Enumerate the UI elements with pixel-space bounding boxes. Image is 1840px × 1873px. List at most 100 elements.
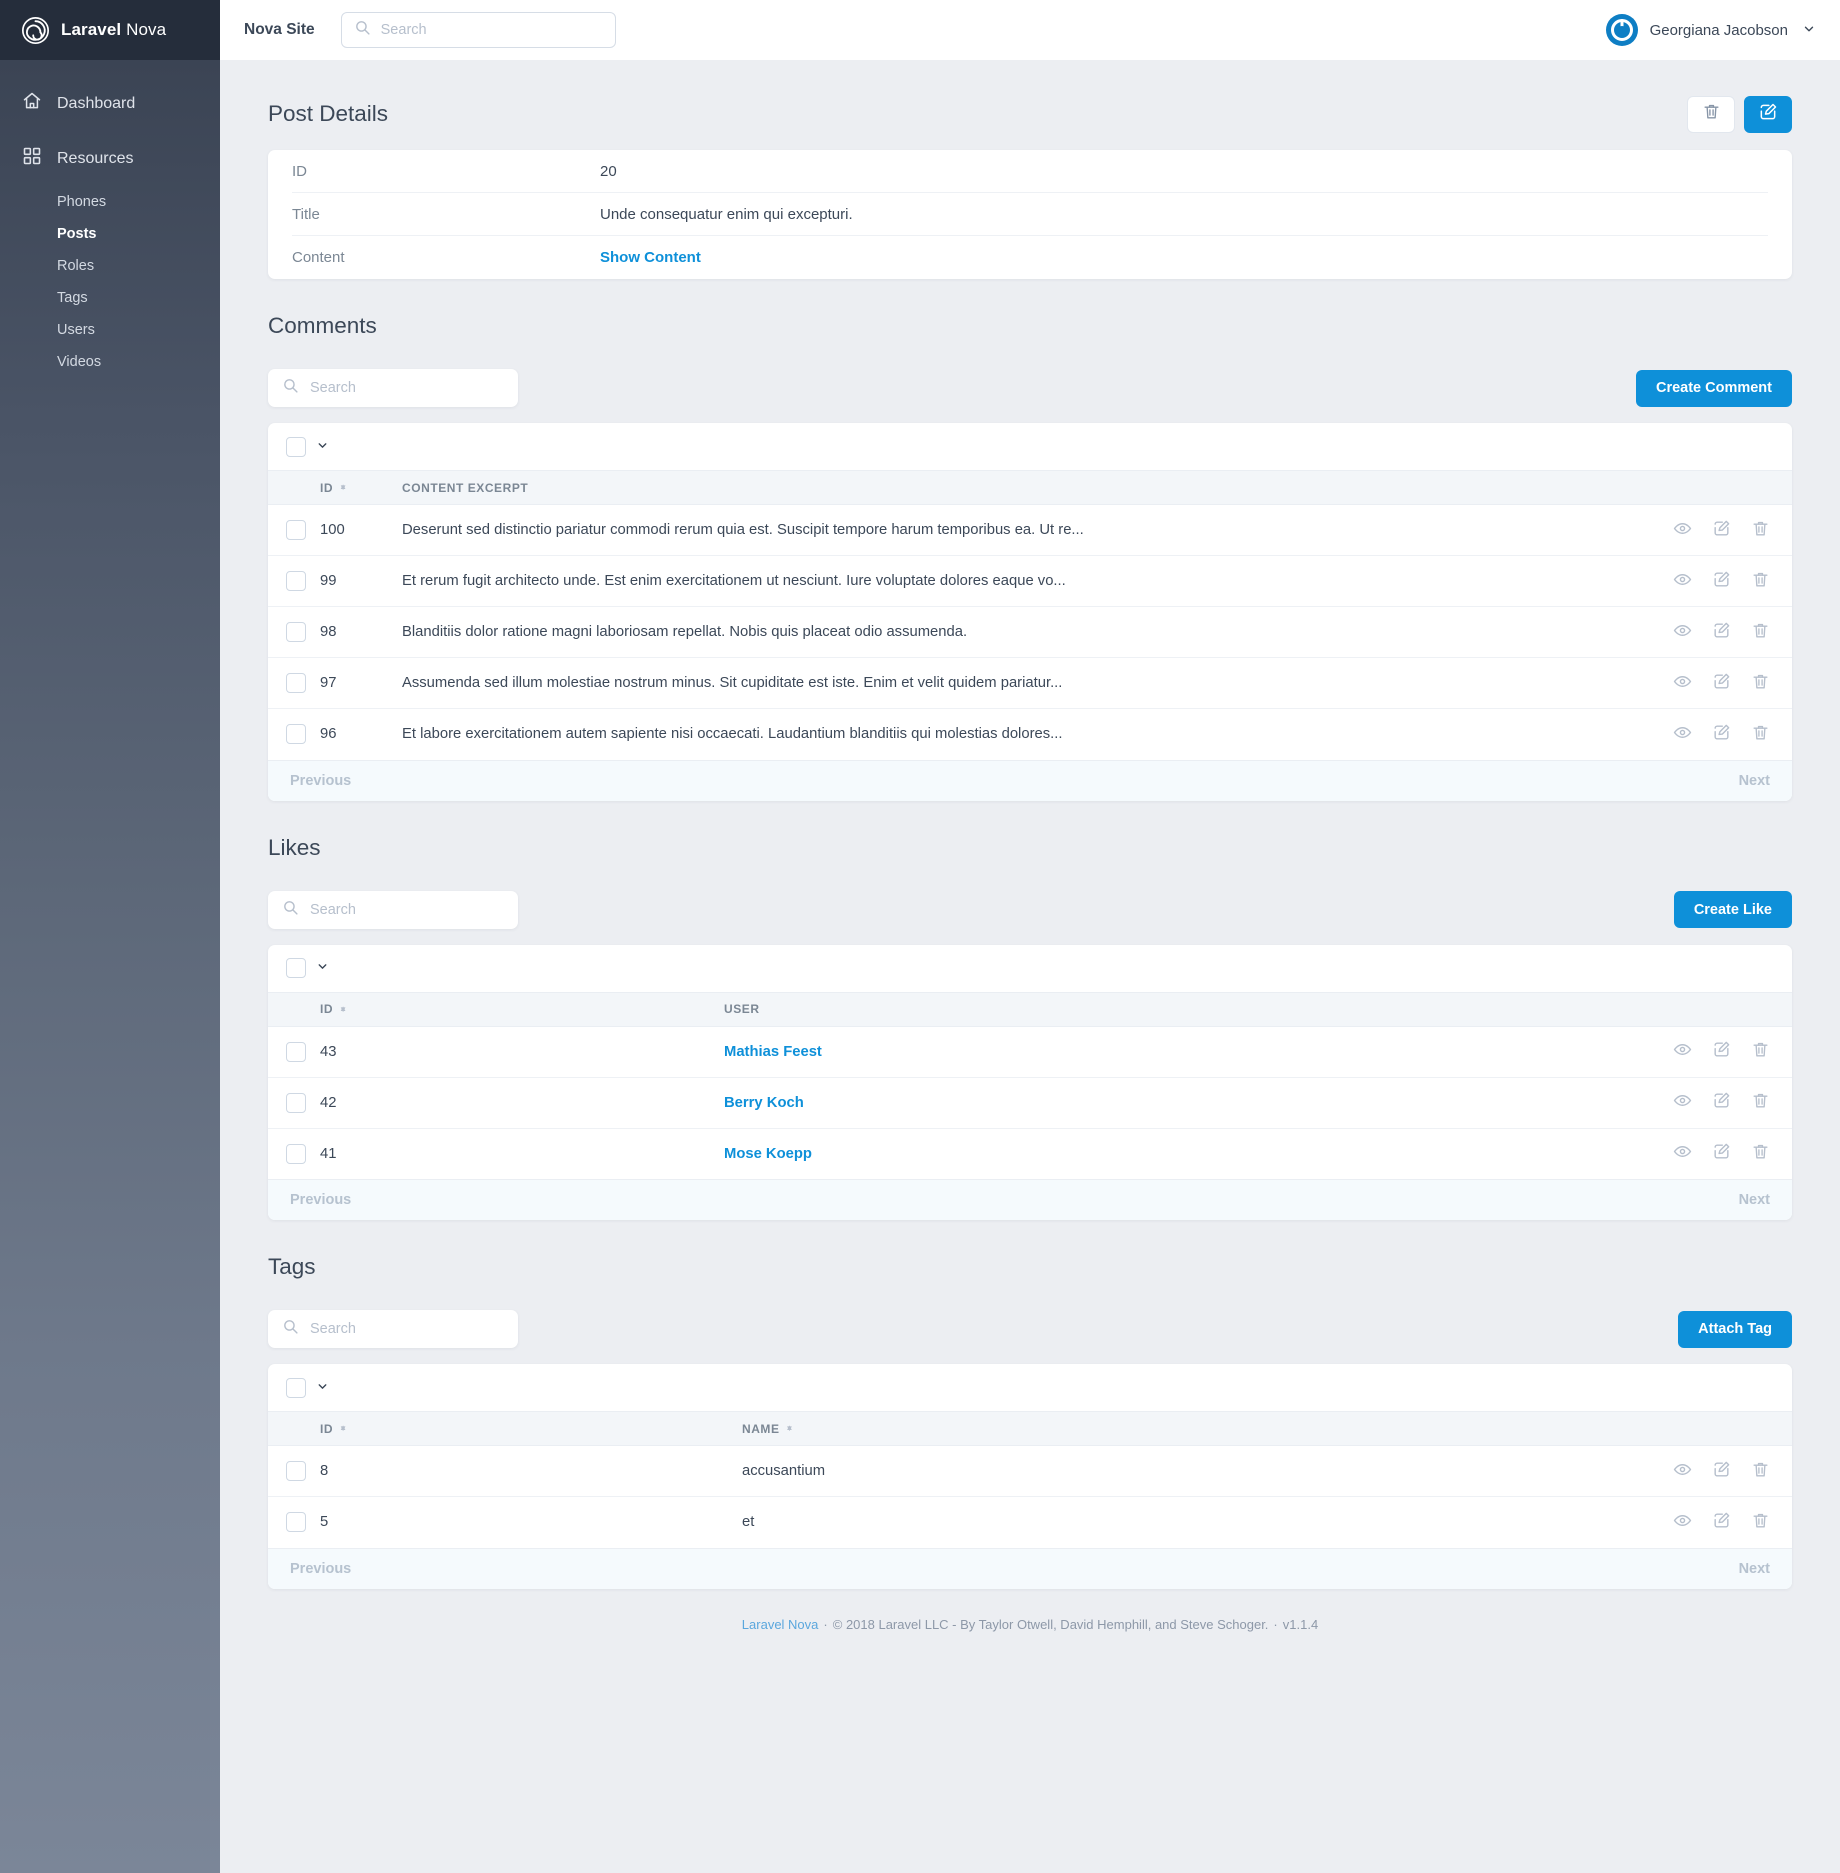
eye-icon[interactable]	[1673, 1142, 1692, 1161]
pencil-square-icon[interactable]	[1712, 519, 1731, 538]
next-button[interactable]: Next	[1739, 1561, 1770, 1577]
trash-icon[interactable]	[1751, 1091, 1770, 1110]
pencil-square-icon[interactable]	[1712, 1511, 1731, 1530]
row-checkbox[interactable]	[286, 1512, 306, 1533]
chevron-down-icon[interactable]	[316, 439, 329, 455]
row-user-link[interactable]: Mose Koepp	[724, 1146, 812, 1162]
th-id[interactable]: ID ▲ ▼	[320, 991, 402, 1027]
sidebar-item-tags[interactable]: Tags	[0, 282, 220, 314]
previous-button[interactable]: Previous	[290, 1192, 351, 1208]
row-checkbox[interactable]	[286, 673, 306, 693]
table-row[interactable]: 98 Blanditiis dolor ratione magni labori…	[268, 606, 1792, 658]
trash-icon[interactable]	[1751, 672, 1770, 691]
eye-icon[interactable]	[1673, 1040, 1692, 1059]
row-user-link[interactable]: Berry Koch	[724, 1095, 804, 1111]
tags-search-input[interactable]	[310, 1321, 504, 1337]
trash-icon[interactable]	[1751, 1040, 1770, 1059]
show-content-link[interactable]: Show Content	[600, 249, 701, 266]
pencil-square-icon[interactable]	[1712, 621, 1731, 640]
table-row[interactable]: 8 accusantium	[268, 1445, 1792, 1497]
comments-search-input[interactable]	[310, 380, 504, 396]
attach-tag-button[interactable]: Attach Tag	[1678, 1310, 1792, 1348]
trash-icon[interactable]	[1751, 1142, 1770, 1161]
eye-icon[interactable]	[1673, 570, 1692, 589]
trash-icon[interactable]	[1751, 1460, 1770, 1479]
pencil-square-icon[interactable]	[1712, 1142, 1731, 1161]
tags-search[interactable]	[268, 1310, 518, 1348]
sort-icon[interactable]: ▲ ▼	[786, 1424, 794, 1433]
table-row[interactable]: 41 Mose Koepp	[268, 1128, 1792, 1179]
row-checkbox[interactable]	[286, 1041, 306, 1062]
trash-icon[interactable]	[1751, 519, 1770, 538]
previous-button[interactable]: Previous	[290, 773, 351, 789]
eye-icon[interactable]	[1673, 621, 1692, 640]
table-row[interactable]: 43 Mathias Feest	[268, 1026, 1792, 1078]
table-row[interactable]: 100 Deserunt sed distinctio pariatur com…	[268, 504, 1792, 556]
sidebar-item-phones[interactable]: Phones	[0, 186, 220, 218]
sidebar-item-users[interactable]: Users	[0, 314, 220, 346]
table-row[interactable]: 42 Berry Koch	[268, 1077, 1792, 1129]
row-checkbox[interactable]	[286, 1143, 306, 1164]
table-row[interactable]: 99 Et rerum fugit architecto unde. Est e…	[268, 555, 1792, 607]
sort-icon[interactable]: ▲ ▼	[339, 1004, 347, 1013]
sidebar-item-dashboard[interactable]: Dashboard	[0, 80, 220, 127]
table-row[interactable]: 96 Et labore exercitationem autem sapien…	[268, 709, 1792, 760]
row-id: 96	[320, 726, 337, 743]
global-search[interactable]	[340, 12, 616, 48]
eye-icon[interactable]	[1673, 1091, 1692, 1110]
eye-icon[interactable]	[1673, 1511, 1692, 1530]
row-checkbox[interactable]	[286, 520, 306, 540]
select-all-checkbox[interactable]	[286, 1377, 306, 1398]
trash-icon[interactable]	[1751, 621, 1770, 640]
select-all-checkbox[interactable]	[286, 958, 306, 978]
pencil-square-icon[interactable]	[1712, 1040, 1731, 1059]
edit-button[interactable]	[1744, 95, 1792, 133]
th-id[interactable]: ID ▲ ▼	[320, 470, 402, 505]
likes-search-input[interactable]	[310, 901, 504, 918]
row-checkbox[interactable]	[286, 571, 306, 591]
previous-button[interactable]: Previous	[290, 1561, 351, 1577]
pencil-square-icon[interactable]	[1712, 672, 1731, 691]
trash-icon[interactable]	[1751, 570, 1770, 589]
sort-icon[interactable]: ▲ ▼	[339, 483, 347, 492]
eye-icon[interactable]	[1673, 723, 1692, 742]
pencil-square-icon[interactable]	[1712, 1091, 1731, 1110]
row-checkbox[interactable]	[286, 724, 306, 745]
brand[interactable]: Laravel Nova	[0, 0, 220, 60]
pencil-square-icon[interactable]	[1712, 723, 1731, 742]
th-id[interactable]: ID ▲ ▼	[320, 1411, 402, 1446]
row-checkbox[interactable]	[286, 622, 306, 642]
trash-icon[interactable]	[1751, 1511, 1770, 1530]
likes-bulk-bar	[268, 945, 1792, 992]
user-menu[interactable]: Georgiana Jacobson	[1605, 14, 1816, 46]
select-all-checkbox[interactable]	[286, 436, 306, 457]
sidebar-item-roles[interactable]: Roles	[0, 250, 220, 282]
eye-icon[interactable]	[1673, 519, 1692, 538]
eye-icon[interactable]	[1673, 672, 1692, 691]
eye-icon[interactable]	[1673, 1460, 1692, 1479]
next-button[interactable]: Next	[1739, 773, 1770, 789]
sidebar-item-posts[interactable]: Posts	[0, 218, 220, 250]
pencil-square-icon[interactable]	[1712, 570, 1731, 589]
comments-search[interactable]	[268, 369, 518, 407]
create-like-button[interactable]: Create Like	[1673, 891, 1792, 928]
trash-icon[interactable]	[1751, 723, 1770, 742]
row-checkbox[interactable]	[286, 1092, 306, 1113]
likes-search[interactable]	[268, 890, 518, 929]
table-row[interactable]: 97 Assumenda sed illum molestiae nostrum…	[268, 657, 1792, 709]
chevron-down-icon[interactable]	[316, 1380, 329, 1396]
pencil-square-icon[interactable]	[1712, 1460, 1731, 1479]
sidebar-item-resources[interactable]: Resources	[0, 135, 220, 182]
chevron-down-icon[interactable]	[316, 960, 329, 976]
row-checkbox[interactable]	[286, 1461, 306, 1481]
row-user-link[interactable]: Mathias Feest	[724, 1044, 822, 1060]
sort-icon[interactable]: ▲ ▼	[339, 1424, 347, 1433]
search-input[interactable]	[380, 22, 603, 38]
footer-brand-link[interactable]: Laravel Nova	[742, 1617, 819, 1632]
next-button[interactable]: Next	[1739, 1192, 1770, 1208]
delete-button[interactable]	[1687, 95, 1735, 133]
create-comment-button[interactable]: Create Comment	[1635, 369, 1792, 407]
table-row[interactable]: 5 et	[268, 1497, 1792, 1548]
sidebar-item-videos[interactable]: Videos	[0, 346, 220, 378]
th-name[interactable]: Name ▲ ▼	[402, 1411, 1642, 1446]
